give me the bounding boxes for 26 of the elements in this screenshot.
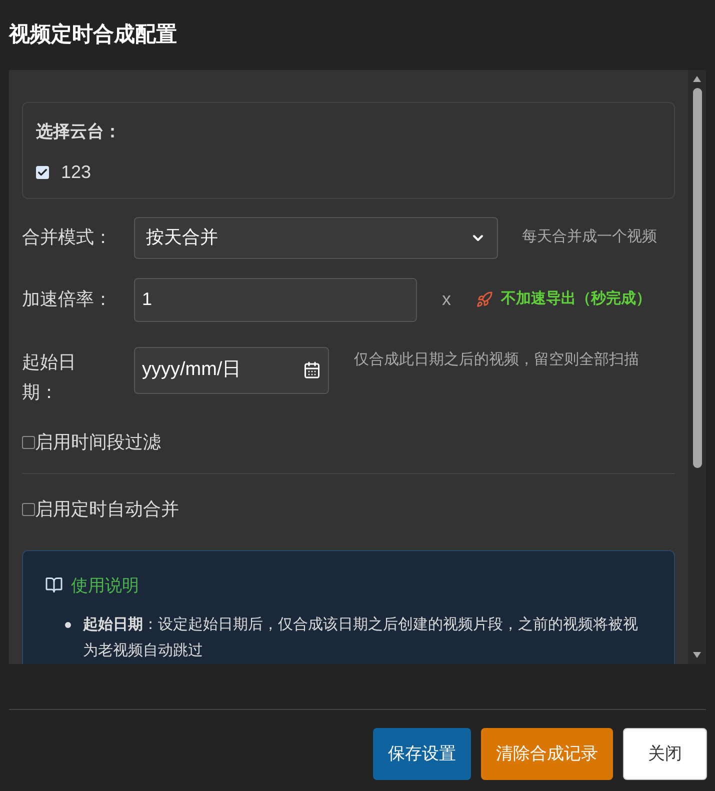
unit-label: x — [442, 288, 451, 311]
help-text: 起始日期：设定起始日期后，仅合成该日期之后创建的视频片段，之前的视频将被视为老视频自动跳过 — [83, 615, 639, 661]
merge-mode-select[interactable]: 按天合并 — [134, 216, 498, 258]
bullet-icon — [65, 622, 71, 628]
calendar-icon — [303, 361, 321, 379]
section-label: 选择云台： — [36, 121, 122, 143]
field-hint: 每天合并成一个视频 — [522, 227, 657, 248]
scrollbar[interactable] — [688, 70, 706, 664]
footer-button[interactable]: 保存设置 — [373, 728, 471, 780]
field-label: 起始日期： — [22, 350, 77, 404]
help-title: 使用说明 — [71, 574, 139, 596]
speed-field[interactable]: 1 — [134, 278, 417, 322]
checkbox[interactable] — [22, 502, 35, 516]
checkbox[interactable] — [22, 436, 35, 448]
footer-button[interactable]: 关闭 — [623, 728, 707, 780]
window-title: 视频定时合成配置 — [9, 22, 177, 48]
field-hint: 仅合成此日期之后的视频，留空则全部扫描 — [354, 350, 640, 370]
speed-note: 不加速导出（秒完成） — [501, 289, 651, 310]
checkbox-label: 启用定时自动合并 — [35, 498, 179, 520]
checkbox-label: 123 — [61, 160, 92, 184]
field-label: 合并模式： — [22, 226, 113, 249]
rocket-icon — [476, 291, 493, 308]
book-icon — [45, 576, 63, 594]
start-date-field[interactable]: yyyy/mm/日 — [134, 346, 329, 394]
field-label: 加速倍率： — [22, 288, 113, 311]
checkbox-label: 启用时间段过滤 — [35, 430, 161, 454]
